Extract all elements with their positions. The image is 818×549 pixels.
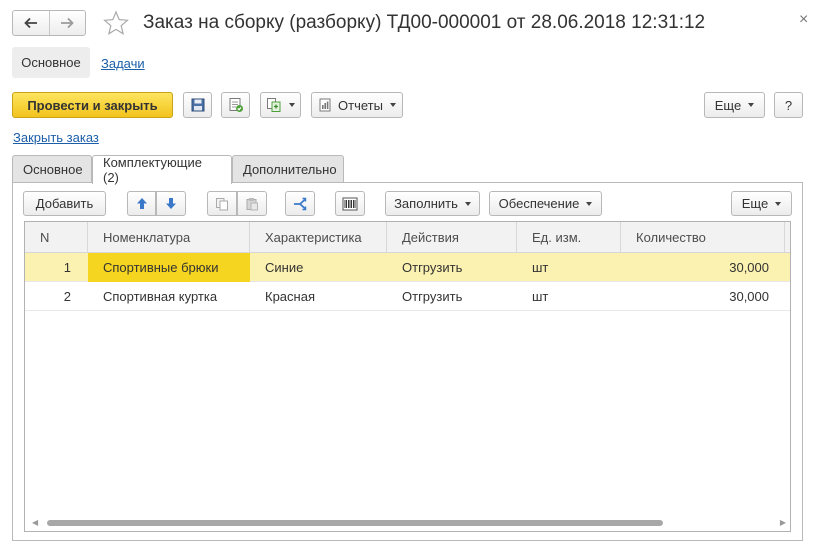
move-up-button[interactable] [127,191,156,216]
star-icon [103,10,129,35]
components-table[interactable]: N Номенклатура Характеристика Действия Е… [24,221,791,532]
reports-label: Отчеты [338,97,383,113]
copy-icon [216,197,228,210]
cell-characteristic[interactable]: Синие [250,253,387,282]
move-down-button[interactable] [156,191,186,216]
cell-n: 2 [63,289,71,304]
provision-label: Обеспечение [498,196,580,211]
split-row-button[interactable] [285,191,315,216]
paste-rows-button[interactable] [237,191,267,216]
create-based-on-button[interactable] [260,92,301,118]
arrow-left-icon [23,17,37,29]
arrow-up-icon [136,198,147,209]
post-and-close-button[interactable]: Провести и закрыть [12,92,173,118]
table-row[interactable]: 2 Спортивная куртка Красная Отгрузить шт… [25,282,790,311]
forward-button[interactable] [48,11,86,35]
cell-item[interactable]: Спортивная куртка [88,282,250,311]
scroll-right-icon[interactable]: ▶ [780,518,786,527]
table-row[interactable]: 1 Спортивные брюки Синие Отгрузить шт 30… [25,253,790,282]
more-label: Еще [714,97,742,113]
tab-components[interactable]: Комплектующие (2) [92,155,232,185]
cell-characteristic[interactable]: Красная [250,282,387,311]
history-nav [12,10,86,36]
fill-label: Заполнить [394,196,458,211]
barcode-scan-button[interactable] [335,191,365,216]
more-actions-button[interactable]: Еще [704,92,765,118]
floppy-disk-icon [191,98,204,112]
column-header-characteristic[interactable]: Характеристика [250,222,387,253]
close-window-button[interactable]: × [799,11,808,29]
post-button[interactable] [221,92,250,118]
cell-qty[interactable]: 30,000 [621,253,769,282]
arrow-down-icon [166,198,176,209]
save-button[interactable] [183,92,212,118]
cell-action[interactable]: Отгрузить [387,282,517,311]
cell-unit[interactable]: шт [517,253,621,282]
scrollbar-thumb[interactable] [47,520,663,526]
cell-n: 1 [63,260,71,275]
window-title: Заказ на сборку (разборку) ТД00-000001 о… [143,12,706,33]
close-order-link[interactable]: Закрыть заказ [13,130,99,145]
paste-icon [246,197,258,210]
scroll-left-icon[interactable]: ◀ [32,518,38,527]
nav-main[interactable]: Основное [12,47,90,78]
tab-additional[interactable]: Дополнительно [232,155,344,183]
table-header: N Номенклатура Характеристика Действия Е… [25,222,790,253]
column-header-n[interactable]: N [25,222,88,253]
cell-unit[interactable]: шт [517,282,621,311]
tab-main[interactable]: Основное [12,155,92,183]
table-more-button[interactable]: Еще [731,191,792,216]
provision-button[interactable]: Обеспечение [489,191,602,216]
help-button[interactable]: ? [774,92,803,118]
fill-button[interactable]: Заполнить [385,191,480,216]
column-header-unit[interactable]: Ед. изм. [517,222,621,253]
horizontal-scrollbar[interactable]: ◀ ▶ [25,515,790,531]
nav-tasks-link[interactable]: Задачи [101,56,145,71]
favorite-star-button[interactable] [103,10,129,39]
report-icon [319,98,331,112]
add-row-button[interactable]: Добавить [23,191,106,216]
column-header-qty[interactable]: Количество [621,222,785,253]
copy-rows-button[interactable] [207,191,237,216]
cell-item[interactable]: Спортивные брюки [88,253,250,282]
cell-action[interactable]: Отгрузить [387,253,517,282]
create-based-on-icon [267,98,281,112]
split-icon [294,197,307,210]
arrow-right-icon [61,17,75,29]
post-document-icon [229,98,243,112]
column-header-action[interactable]: Действия [387,222,517,253]
cell-qty[interactable]: 30,000 [621,282,769,311]
table-more-label: Еще [741,196,769,211]
barcode-icon [342,197,358,210]
column-header-item[interactable]: Номенклатура [88,222,250,253]
reports-button[interactable]: Отчеты [311,92,403,118]
back-button[interactable] [13,11,49,35]
